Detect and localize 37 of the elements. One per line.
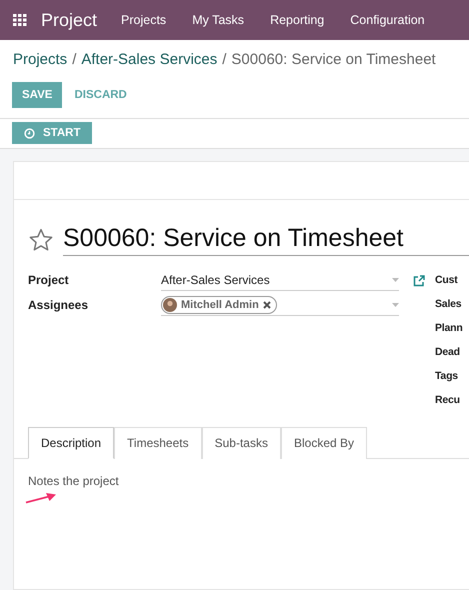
field-value: After-Sales Services xyxy=(161,273,270,287)
breadcrumb-current: S00060: Service on Timesheet xyxy=(231,51,436,68)
field-label: Assignees xyxy=(28,297,90,314)
breadcrumb-separator: / xyxy=(222,51,226,68)
dropdown-caret-icon xyxy=(392,278,399,282)
menu-item[interactable]: Configuration xyxy=(350,13,425,27)
menu-item[interactable]: Projects xyxy=(121,13,166,27)
description-text[interactable]: Notes the project xyxy=(28,474,469,488)
field-label: Project xyxy=(28,272,70,289)
field-label: Recu xyxy=(435,394,461,406)
breadcrumb-separator: / xyxy=(72,51,76,68)
field-label: Cust xyxy=(435,274,459,286)
assignee-tag[interactable]: Mitchell Admin xyxy=(161,296,277,314)
assignees-field[interactable]: Mitchell Admin xyxy=(161,295,399,316)
task-title-field[interactable]: S00060: Service on Timesheet xyxy=(63,224,469,256)
project-field[interactable]: After-Sales Services xyxy=(161,270,399,291)
apps-grid-icon[interactable] xyxy=(13,14,27,26)
app-name[interactable]: Project xyxy=(41,10,98,30)
menu-item[interactable]: My Tasks xyxy=(192,13,244,27)
tab[interactable]: Timesheets xyxy=(114,427,202,459)
annotation-arrow xyxy=(25,492,57,504)
external-link-icon[interactable] xyxy=(413,274,425,286)
field-label: Plann xyxy=(435,322,463,334)
tab[interactable]: Blocked By xyxy=(280,427,367,459)
tab[interactable]: Sub-tasks xyxy=(202,427,281,459)
field-label: Tags xyxy=(435,370,459,382)
dropdown-caret-icon xyxy=(392,303,399,307)
avatar-icon xyxy=(163,298,177,312)
menu-item[interactable]: Reporting xyxy=(270,13,324,27)
breadcrumb-link[interactable]: After-Sales Services xyxy=(81,51,218,68)
field-label: Dead xyxy=(435,346,461,358)
tab[interactable]: Description xyxy=(28,427,114,459)
breadcrumb-link[interactable]: Projects xyxy=(13,51,68,68)
remove-icon[interactable] xyxy=(262,301,271,309)
star-icon[interactable] xyxy=(28,227,54,253)
clock-icon xyxy=(24,128,35,138)
field-label: Sales xyxy=(435,298,462,310)
